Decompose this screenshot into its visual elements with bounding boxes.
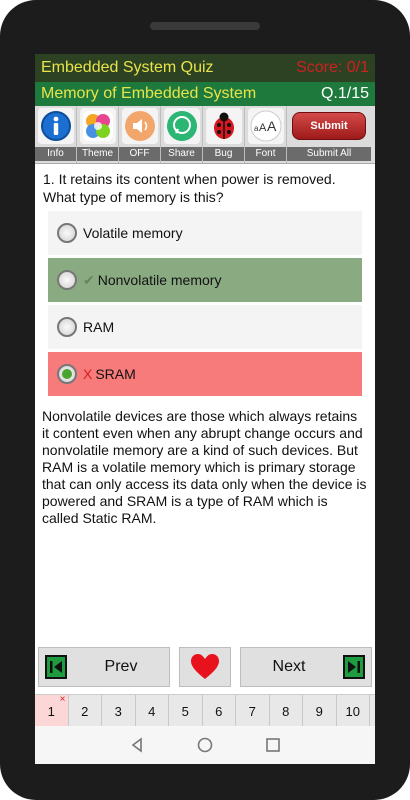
svg-text:A: A bbox=[267, 118, 277, 134]
back-icon[interactable] bbox=[129, 737, 145, 753]
info-label: Info bbox=[35, 147, 76, 161]
option-label: Volatile memory bbox=[83, 225, 183, 241]
option-ram[interactable]: RAM bbox=[48, 305, 362, 349]
sound-toggle-button[interactable]: OFF bbox=[119, 106, 161, 163]
next-arrow-icon bbox=[343, 655, 365, 679]
option-volatile-memory[interactable]: Volatile memory bbox=[48, 211, 362, 255]
info-icon bbox=[37, 108, 74, 144]
page-button-8[interactable]: 8 bbox=[270, 695, 303, 727]
page-number: 10 bbox=[345, 703, 360, 719]
share-button[interactable]: Share bbox=[161, 106, 203, 163]
bug-label: Bug bbox=[203, 147, 244, 161]
page-number: 3 bbox=[114, 703, 122, 719]
info-button[interactable]: Info bbox=[35, 106, 77, 163]
share-icon bbox=[163, 108, 200, 144]
radio-button[interactable] bbox=[57, 270, 77, 290]
option-label: SRAM bbox=[95, 366, 136, 382]
page-button-10[interactable]: 10 bbox=[337, 695, 370, 727]
bug-icon bbox=[205, 108, 242, 144]
next-label: Next bbox=[272, 658, 306, 675]
sound-label: OFF bbox=[119, 147, 160, 161]
radio-dot bbox=[62, 369, 72, 379]
share-label: Share bbox=[161, 147, 202, 161]
radio-button-selected[interactable] bbox=[57, 364, 77, 384]
option-label: RAM bbox=[83, 319, 115, 335]
home-icon[interactable] bbox=[197, 737, 213, 753]
option-nonvolatile-memory[interactable]: ✔ Nonvolatile memory bbox=[48, 258, 362, 302]
page-button-6[interactable]: 6 bbox=[203, 695, 236, 727]
page-button-7[interactable]: 7 bbox=[236, 695, 270, 727]
font-icon: aAA bbox=[247, 108, 284, 144]
theme-button[interactable]: Theme bbox=[77, 106, 119, 163]
recents-icon[interactable] bbox=[265, 737, 281, 753]
prev-button[interactable]: Prev bbox=[38, 647, 170, 687]
page-number: 7 bbox=[248, 703, 256, 719]
app-screen: Embedded System Quiz Score: 0/1 Memory o… bbox=[35, 54, 375, 764]
page-button-5[interactable]: 5 bbox=[169, 695, 203, 727]
phone-frame: Embedded System Quiz Score: 0/1 Memory o… bbox=[0, 0, 410, 800]
submit-button[interactable]: Submit bbox=[292, 112, 366, 140]
page-button-1[interactable]: 1 × bbox=[35, 695, 69, 727]
radio-button[interactable] bbox=[57, 223, 77, 243]
font-button[interactable]: aAA Font bbox=[245, 106, 287, 163]
page-number: 6 bbox=[215, 703, 223, 719]
sound-off-icon bbox=[121, 108, 158, 144]
option-sram[interactable]: X SRAM bbox=[48, 352, 362, 396]
page-button-4[interactable]: 4 bbox=[136, 695, 169, 727]
radio-button[interactable] bbox=[57, 317, 77, 337]
favorite-button[interactable] bbox=[179, 647, 231, 687]
prev-arrow-icon bbox=[45, 655, 67, 679]
theme-icon bbox=[79, 108, 116, 144]
option-label: Nonvolatile memory bbox=[97, 272, 222, 288]
page-number: 9 bbox=[315, 703, 323, 719]
wrong-mark-icon: X bbox=[83, 366, 93, 382]
question-counter: Q.1/15 bbox=[320, 85, 369, 102]
page-button-3[interactable]: 3 bbox=[102, 695, 136, 727]
page-number: 5 bbox=[181, 703, 189, 719]
page-selector: 1 × 2 3 4 5 6 7 8 9 10 bbox=[35, 694, 375, 727]
bug-button[interactable]: Bug bbox=[203, 106, 245, 163]
font-label: Font bbox=[245, 147, 286, 161]
page-number: 4 bbox=[148, 703, 156, 719]
page-number: 8 bbox=[282, 703, 290, 719]
submit-all-label: Submit All bbox=[287, 147, 371, 161]
score-label: Score: 0/1 bbox=[296, 59, 369, 76]
page-number: 1 bbox=[47, 703, 55, 719]
checkmark-icon: ✔ bbox=[83, 271, 95, 288]
phone-speaker bbox=[150, 22, 260, 30]
page-button-2[interactable]: 2 bbox=[69, 695, 102, 727]
header-bar: Embedded System Quiz Score: 0/1 bbox=[35, 54, 375, 82]
question-nav: Prev Next bbox=[35, 644, 375, 690]
submit-all-tool: Submit Submit All bbox=[287, 106, 371, 163]
system-nav-bar bbox=[35, 726, 375, 764]
question-text: 1. It retains its content when power is … bbox=[43, 171, 336, 205]
prev-label: Prev bbox=[104, 658, 138, 675]
theme-label: Theme bbox=[77, 147, 118, 161]
submit-button-wrap: Submit bbox=[291, 108, 367, 144]
explanation-text: Nonvolatile devices are those which alwa… bbox=[42, 408, 367, 526]
app-title: Embedded System Quiz bbox=[41, 59, 214, 76]
next-button[interactable]: Next bbox=[240, 647, 372, 687]
toolbar: Info Theme OFF Share Bug a A A Font Subm… bbox=[35, 106, 375, 164]
subheader-bar: Memory of Embedded System Q.1/15 bbox=[35, 82, 375, 106]
heart-icon bbox=[191, 654, 219, 679]
page-button-9[interactable]: 9 bbox=[303, 695, 337, 727]
page-number: 2 bbox=[81, 703, 89, 719]
wrong-marker-icon: × bbox=[59, 694, 66, 705]
topic-title: Memory of Embedded System bbox=[41, 85, 257, 102]
svg-text:A: A bbox=[259, 122, 267, 134]
